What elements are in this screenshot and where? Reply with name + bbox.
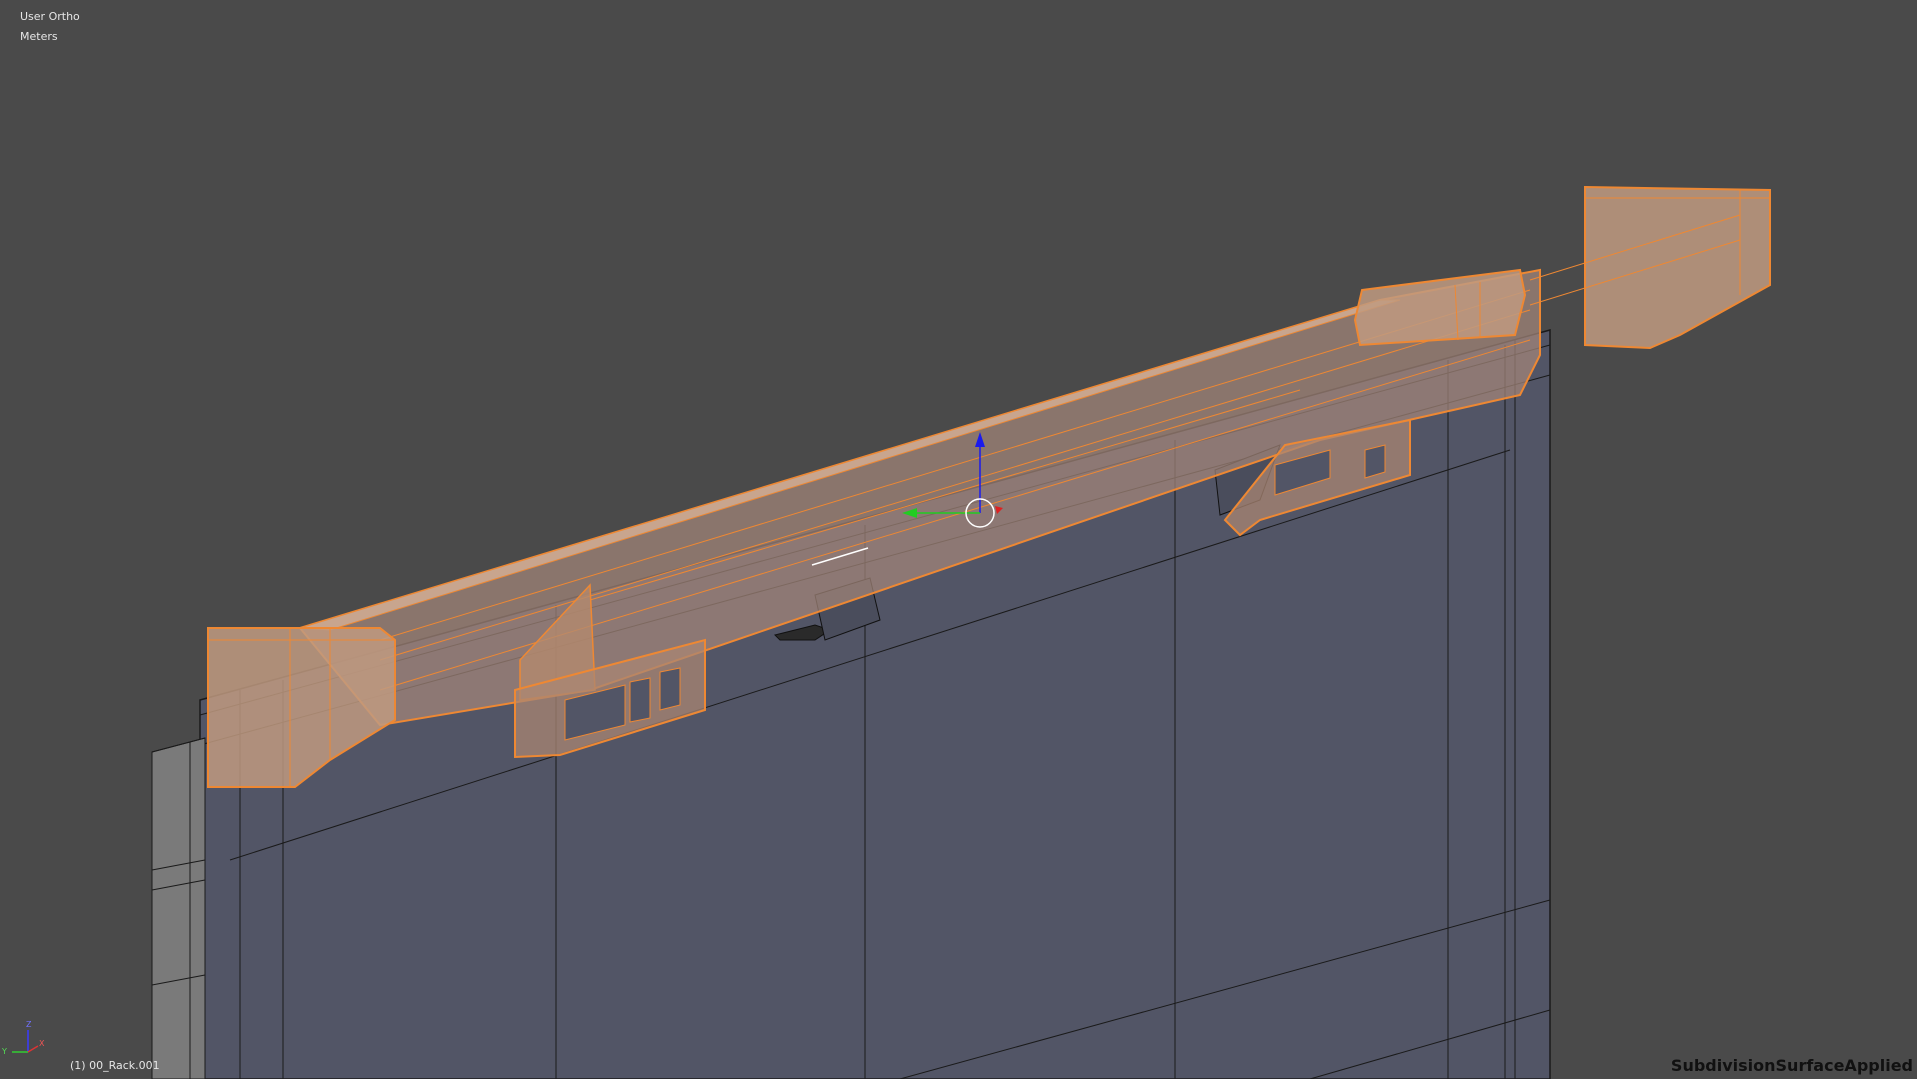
axis-x-line [27,1045,39,1053]
hanger-window [659,667,681,711]
left-post [151,737,206,1079]
active-object-label: (1) 00_Rack.001 [70,1059,160,1072]
axis-x-label: X [39,1039,45,1048]
view-name-label: User Ortho [20,10,80,23]
modifier-label: SubdivisionSurfaceApplied [1670,1056,1913,1075]
unit-label: Meters [20,30,58,43]
rack-block-right [1353,268,1527,347]
axis-indicator: Z Y X [1,1020,45,1056]
scene-canvas[interactable]: Z Y X [0,0,1917,1079]
axis-y-label: Y [1,1047,7,1056]
rack-end-cap-right [1584,185,1771,350]
hanger-window [629,677,651,723]
3d-viewport[interactable]: Z Y X User Ortho Meters (1) 00_Rack.001 … [0,0,1917,1079]
hanger-window [1364,444,1386,479]
axis-z-label: Z [26,1020,32,1029]
